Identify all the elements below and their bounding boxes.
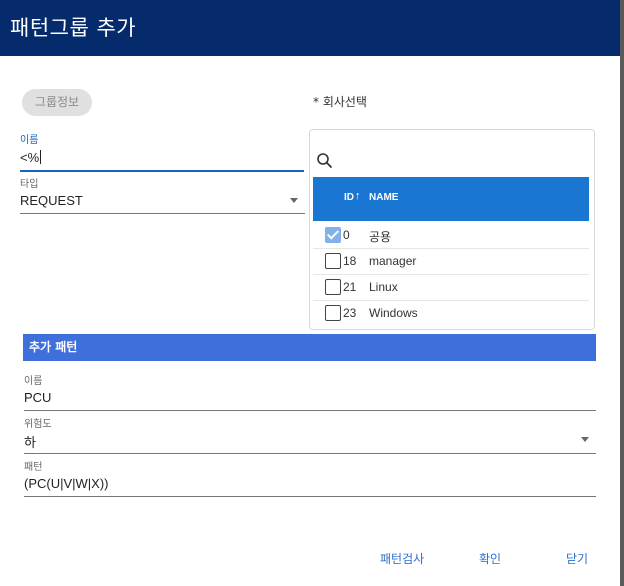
company-select-label: * 회사선택 bbox=[313, 95, 367, 109]
pattern-name-label: 이름 bbox=[24, 376, 43, 387]
row-checkbox[interactable] bbox=[325, 279, 341, 295]
company-row[interactable]: 18 manager bbox=[313, 248, 589, 275]
row-id: 21 bbox=[343, 280, 357, 294]
group-name-input[interactable]: <% bbox=[20, 150, 42, 165]
group-info-chip[interactable]: 그룹정보 bbox=[22, 89, 92, 116]
dialog-titlebar: 패턴그룹 추가 bbox=[0, 0, 620, 56]
chevron-down-icon[interactable] bbox=[290, 198, 298, 203]
pattern-underline bbox=[24, 496, 596, 497]
row-checkbox[interactable] bbox=[325, 305, 341, 321]
added-pattern-section-header: 추가 패턴 bbox=[23, 334, 596, 361]
text-cursor bbox=[40, 150, 42, 164]
group-type-select[interactable]: REQUEST bbox=[20, 193, 83, 208]
group-type-underline bbox=[20, 213, 305, 214]
row-name: Windows bbox=[369, 306, 418, 320]
company-row[interactable]: 21 Linux bbox=[313, 274, 589, 301]
check-pattern-button[interactable]: 패턴검사 bbox=[380, 550, 424, 567]
company-row[interactable]: 23 Windows bbox=[313, 300, 589, 326]
row-checkbox[interactable] bbox=[325, 253, 341, 269]
risk-level-label: 위험도 bbox=[24, 419, 52, 430]
row-id: 0 bbox=[343, 228, 350, 242]
pattern-input[interactable]: (PC(U|V|W|X)) bbox=[24, 476, 109, 491]
group-name-underline bbox=[20, 170, 304, 172]
chevron-down-icon[interactable] bbox=[581, 437, 589, 442]
row-name: 공용 bbox=[369, 230, 392, 244]
sort-arrow-icon[interactable]: ↑ bbox=[355, 190, 361, 202]
risk-level-select[interactable]: 하 bbox=[24, 432, 36, 451]
confirm-button[interactable]: 확인 bbox=[479, 550, 501, 567]
risk-level-underline bbox=[24, 453, 596, 454]
row-id: 23 bbox=[343, 306, 357, 320]
pattern-name-input[interactable]: PCU bbox=[24, 390, 51, 405]
column-header-id[interactable]: ID bbox=[344, 192, 354, 203]
company-row[interactable]: 0 공용 bbox=[313, 222, 589, 249]
pattern-label: 패턴 bbox=[24, 462, 43, 473]
section-title: 추가 패턴 bbox=[29, 340, 78, 354]
group-name-value: <% bbox=[20, 150, 40, 165]
row-id: 18 bbox=[343, 254, 357, 268]
close-button[interactable]: 닫기 bbox=[566, 550, 588, 567]
row-checkbox[interactable] bbox=[325, 227, 341, 243]
row-name: manager bbox=[369, 254, 417, 268]
add-pattern-group-dialog: 패턴그룹 추가 그룹정보 * 회사선택 이름 <% 타입 REQUEST ID … bbox=[0, 0, 620, 586]
column-header-name[interactable]: NAME bbox=[369, 192, 398, 203]
group-type-label: 타입 bbox=[20, 179, 39, 190]
pattern-name-underline bbox=[24, 410, 596, 411]
row-name: Linux bbox=[369, 280, 398, 294]
group-name-label: 이름 bbox=[20, 135, 39, 146]
dialog-title: 패턴그룹 추가 bbox=[10, 16, 137, 40]
company-table-header: ID ↑ NAME bbox=[313, 177, 589, 221]
search-icon[interactable] bbox=[316, 152, 334, 170]
